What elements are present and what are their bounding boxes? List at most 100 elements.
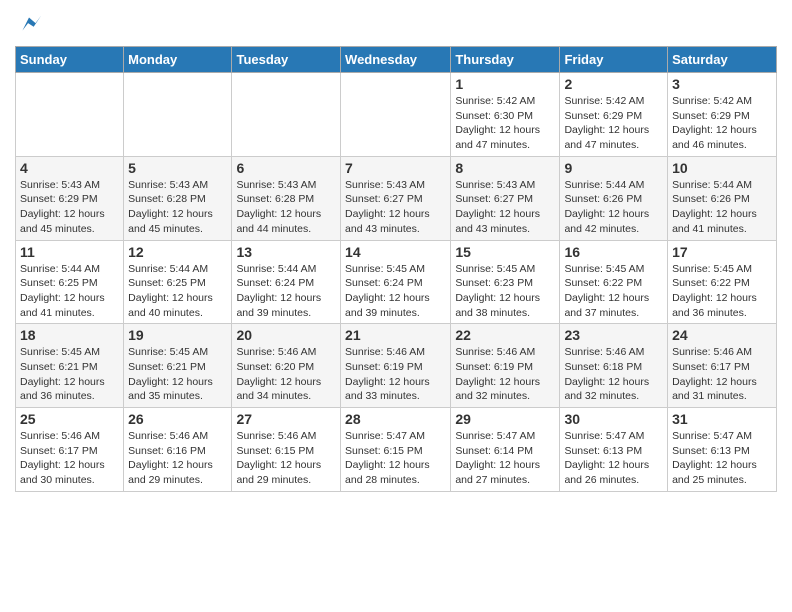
- calendar-cell: 5 Sunrise: 5:43 AMSunset: 6:28 PMDayligh…: [124, 156, 232, 240]
- cell-detail: Sunrise: 5:43 AMSunset: 6:27 PMDaylight:…: [455, 178, 555, 237]
- cell-detail: Sunrise: 5:42 AMSunset: 6:29 PMDaylight:…: [672, 94, 772, 153]
- cell-detail: Sunrise: 5:44 AMSunset: 6:26 PMDaylight:…: [564, 178, 663, 237]
- cell-day-number: 28: [345, 411, 446, 427]
- cell-detail: Sunrise: 5:44 AMSunset: 6:24 PMDaylight:…: [236, 262, 336, 321]
- calendar-cell: 1 Sunrise: 5:42 AMSunset: 6:30 PMDayligh…: [451, 73, 560, 157]
- cell-day-number: 25: [20, 411, 119, 427]
- calendar-cell: 21 Sunrise: 5:46 AMSunset: 6:19 PMDaylig…: [341, 324, 451, 408]
- calendar-cell: 28 Sunrise: 5:47 AMSunset: 6:15 PMDaylig…: [341, 408, 451, 492]
- cell-detail: Sunrise: 5:43 AMSunset: 6:28 PMDaylight:…: [128, 178, 227, 237]
- day-header-monday: Monday: [124, 47, 232, 73]
- cell-detail: Sunrise: 5:47 AMSunset: 6:13 PMDaylight:…: [564, 429, 663, 488]
- cell-day-number: 31: [672, 411, 772, 427]
- cell-day-number: 5: [128, 160, 227, 176]
- cell-detail: Sunrise: 5:47 AMSunset: 6:13 PMDaylight:…: [672, 429, 772, 488]
- cell-detail: Sunrise: 5:46 AMSunset: 6:20 PMDaylight:…: [236, 345, 336, 404]
- calendar-cell: 19 Sunrise: 5:45 AMSunset: 6:21 PMDaylig…: [124, 324, 232, 408]
- cell-detail: Sunrise: 5:45 AMSunset: 6:21 PMDaylight:…: [20, 345, 119, 404]
- day-header-wednesday: Wednesday: [341, 47, 451, 73]
- day-header-sunday: Sunday: [16, 47, 124, 73]
- cell-detail: Sunrise: 5:46 AMSunset: 6:17 PMDaylight:…: [672, 345, 772, 404]
- cell-day-number: 4: [20, 160, 119, 176]
- calendar-cell: 3 Sunrise: 5:42 AMSunset: 6:29 PMDayligh…: [668, 73, 777, 157]
- calendar-cell: 23 Sunrise: 5:46 AMSunset: 6:18 PMDaylig…: [560, 324, 668, 408]
- day-header-tuesday: Tuesday: [232, 47, 341, 73]
- day-header-saturday: Saturday: [668, 47, 777, 73]
- calendar-cell: 24 Sunrise: 5:46 AMSunset: 6:17 PMDaylig…: [668, 324, 777, 408]
- calendar-cell: 16 Sunrise: 5:45 AMSunset: 6:22 PMDaylig…: [560, 240, 668, 324]
- cell-detail: Sunrise: 5:42 AMSunset: 6:30 PMDaylight:…: [455, 94, 555, 153]
- cell-detail: Sunrise: 5:46 AMSunset: 6:19 PMDaylight:…: [345, 345, 446, 404]
- cell-day-number: 29: [455, 411, 555, 427]
- cell-detail: Sunrise: 5:43 AMSunset: 6:27 PMDaylight:…: [345, 178, 446, 237]
- cell-day-number: 20: [236, 327, 336, 343]
- cell-detail: Sunrise: 5:47 AMSunset: 6:14 PMDaylight:…: [455, 429, 555, 488]
- calendar-week-row: 25 Sunrise: 5:46 AMSunset: 6:17 PMDaylig…: [16, 408, 777, 492]
- calendar-cell: 13 Sunrise: 5:44 AMSunset: 6:24 PMDaylig…: [232, 240, 341, 324]
- cell-day-number: 27: [236, 411, 336, 427]
- cell-detail: Sunrise: 5:44 AMSunset: 6:25 PMDaylight:…: [20, 262, 119, 321]
- cell-day-number: 14: [345, 244, 446, 260]
- calendar-cell: 12 Sunrise: 5:44 AMSunset: 6:25 PMDaylig…: [124, 240, 232, 324]
- cell-detail: Sunrise: 5:46 AMSunset: 6:15 PMDaylight:…: [236, 429, 336, 488]
- cell-detail: Sunrise: 5:42 AMSunset: 6:29 PMDaylight:…: [564, 94, 663, 153]
- cell-day-number: 7: [345, 160, 446, 176]
- calendar-week-row: 18 Sunrise: 5:45 AMSunset: 6:21 PMDaylig…: [16, 324, 777, 408]
- calendar-cell: 6 Sunrise: 5:43 AMSunset: 6:28 PMDayligh…: [232, 156, 341, 240]
- logo: [15, 10, 47, 38]
- calendar-table: SundayMondayTuesdayWednesdayThursdayFrid…: [15, 46, 777, 492]
- cell-detail: Sunrise: 5:45 AMSunset: 6:22 PMDaylight:…: [564, 262, 663, 321]
- cell-detail: Sunrise: 5:45 AMSunset: 6:21 PMDaylight:…: [128, 345, 227, 404]
- calendar-cell: 17 Sunrise: 5:45 AMSunset: 6:22 PMDaylig…: [668, 240, 777, 324]
- cell-day-number: 16: [564, 244, 663, 260]
- cell-day-number: 13: [236, 244, 336, 260]
- cell-day-number: 19: [128, 327, 227, 343]
- calendar-cell: 15 Sunrise: 5:45 AMSunset: 6:23 PMDaylig…: [451, 240, 560, 324]
- cell-day-number: 1: [455, 76, 555, 92]
- calendar-cell: 9 Sunrise: 5:44 AMSunset: 6:26 PMDayligh…: [560, 156, 668, 240]
- calendar-cell: 20 Sunrise: 5:46 AMSunset: 6:20 PMDaylig…: [232, 324, 341, 408]
- header: [15, 10, 777, 38]
- day-header-friday: Friday: [560, 47, 668, 73]
- calendar-cell: 2 Sunrise: 5:42 AMSunset: 6:29 PMDayligh…: [560, 73, 668, 157]
- calendar-cell: 8 Sunrise: 5:43 AMSunset: 6:27 PMDayligh…: [451, 156, 560, 240]
- calendar-cell: 26 Sunrise: 5:46 AMSunset: 6:16 PMDaylig…: [124, 408, 232, 492]
- cell-day-number: 10: [672, 160, 772, 176]
- cell-day-number: 22: [455, 327, 555, 343]
- day-header-thursday: Thursday: [451, 47, 560, 73]
- calendar-cell: 30 Sunrise: 5:47 AMSunset: 6:13 PMDaylig…: [560, 408, 668, 492]
- calendar-cell: 11 Sunrise: 5:44 AMSunset: 6:25 PMDaylig…: [16, 240, 124, 324]
- cell-detail: Sunrise: 5:46 AMSunset: 6:18 PMDaylight:…: [564, 345, 663, 404]
- calendar-cell: 14 Sunrise: 5:45 AMSunset: 6:24 PMDaylig…: [341, 240, 451, 324]
- calendar-cell: [341, 73, 451, 157]
- cell-day-number: 24: [672, 327, 772, 343]
- cell-detail: Sunrise: 5:45 AMSunset: 6:22 PMDaylight:…: [672, 262, 772, 321]
- cell-day-number: 9: [564, 160, 663, 176]
- calendar-cell: 10 Sunrise: 5:44 AMSunset: 6:26 PMDaylig…: [668, 156, 777, 240]
- calendar-cell: 31 Sunrise: 5:47 AMSunset: 6:13 PMDaylig…: [668, 408, 777, 492]
- calendar-header-row: SundayMondayTuesdayWednesdayThursdayFrid…: [16, 47, 777, 73]
- cell-day-number: 26: [128, 411, 227, 427]
- logo-icon: [15, 10, 43, 38]
- cell-detail: Sunrise: 5:43 AMSunset: 6:29 PMDaylight:…: [20, 178, 119, 237]
- cell-day-number: 23: [564, 327, 663, 343]
- calendar-cell: 27 Sunrise: 5:46 AMSunset: 6:15 PMDaylig…: [232, 408, 341, 492]
- cell-day-number: 15: [455, 244, 555, 260]
- cell-day-number: 3: [672, 76, 772, 92]
- cell-day-number: 12: [128, 244, 227, 260]
- cell-day-number: 30: [564, 411, 663, 427]
- cell-day-number: 11: [20, 244, 119, 260]
- calendar-cell: [232, 73, 341, 157]
- cell-day-number: 8: [455, 160, 555, 176]
- calendar-cell: 7 Sunrise: 5:43 AMSunset: 6:27 PMDayligh…: [341, 156, 451, 240]
- cell-day-number: 6: [236, 160, 336, 176]
- calendar-cell: [16, 73, 124, 157]
- cell-detail: Sunrise: 5:44 AMSunset: 6:25 PMDaylight:…: [128, 262, 227, 321]
- cell-day-number: 2: [564, 76, 663, 92]
- cell-detail: Sunrise: 5:43 AMSunset: 6:28 PMDaylight:…: [236, 178, 336, 237]
- cell-detail: Sunrise: 5:47 AMSunset: 6:15 PMDaylight:…: [345, 429, 446, 488]
- cell-detail: Sunrise: 5:46 AMSunset: 6:19 PMDaylight:…: [455, 345, 555, 404]
- calendar-cell: [124, 73, 232, 157]
- cell-detail: Sunrise: 5:45 AMSunset: 6:24 PMDaylight:…: [345, 262, 446, 321]
- cell-detail: Sunrise: 5:44 AMSunset: 6:26 PMDaylight:…: [672, 178, 772, 237]
